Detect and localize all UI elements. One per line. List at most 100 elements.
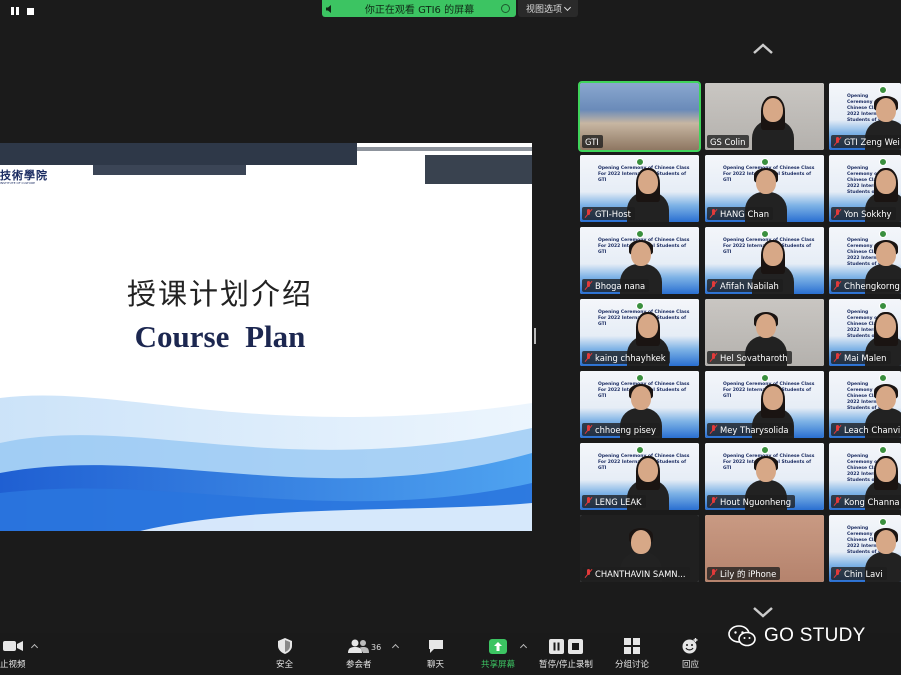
participant-name-tag: GTI bbox=[582, 135, 603, 148]
institute-logo-subtext: INSTITUTE OF CULTURE bbox=[0, 181, 36, 185]
split-view-handle[interactable] bbox=[534, 328, 536, 344]
mic-muted-icon bbox=[834, 209, 841, 218]
participant-name-tag: Chhengkorng bbox=[831, 279, 901, 292]
participant-tile[interactable]: Opening Ceremony of Chinese Class For 20… bbox=[580, 227, 699, 294]
participant-tile[interactable]: Opening Ceremony of Chinese Class For 20… bbox=[705, 371, 824, 438]
participant-name-tag: GTI Zeng Wei bbox=[831, 135, 901, 148]
participant-name-tag: Mai Malen bbox=[831, 351, 891, 364]
participant-tile[interactable]: GTI bbox=[578, 81, 701, 152]
participant-tile[interactable]: Opening Ceremony of Chinese Class For 20… bbox=[705, 227, 824, 294]
participant-name: HANG Chan bbox=[720, 208, 770, 219]
reactions-button[interactable]: 回应 bbox=[682, 637, 699, 673]
participant-name: Chin Lavi bbox=[844, 568, 883, 579]
school-logo-icon bbox=[879, 86, 887, 94]
participant-name-tag: CHANTHAVIN SAMN... bbox=[582, 567, 690, 580]
pause-icon[interactable] bbox=[10, 6, 20, 16]
participant-name: GS Colin bbox=[710, 136, 746, 147]
participants-options-caret-icon[interactable] bbox=[391, 643, 400, 652]
video-options-caret-icon[interactable] bbox=[30, 643, 39, 652]
participant-name: Yon Sokkhy bbox=[844, 208, 892, 219]
participant-tile[interactable]: CHANTHAVIN SAMN... bbox=[580, 515, 699, 582]
participant-name: GTI Zeng Wei bbox=[844, 136, 900, 147]
mic-muted-icon bbox=[834, 353, 841, 362]
slide-title-english: Course Plan bbox=[134, 319, 306, 354]
participant-tile[interactable]: Opening Ceremony of Chinese Class For 20… bbox=[829, 443, 901, 510]
gallery-scroll-up-icon[interactable] bbox=[752, 42, 774, 56]
recording-controls-icon bbox=[548, 637, 583, 655]
participant-name: Mey Tharysolida bbox=[720, 424, 789, 435]
chat-button[interactable]: 聊天 bbox=[427, 637, 444, 673]
participant-name-tag: chhoeng pisey bbox=[582, 423, 660, 436]
school-logo-icon bbox=[636, 374, 644, 382]
school-logo-icon bbox=[879, 158, 887, 166]
participant-tile[interactable]: Hel Sovatharoth bbox=[705, 299, 824, 366]
participant-tile[interactable]: Opening Ceremony of Chinese Class For 20… bbox=[580, 299, 699, 366]
stop-video-label: 止视频 bbox=[0, 660, 26, 670]
participant-name-tag: kaing chhayhkek bbox=[582, 351, 670, 364]
participant-name: LENG LEAK bbox=[595, 496, 642, 507]
participant-tile[interactable]: Opening Ceremony of Chinese Class For 20… bbox=[829, 227, 901, 294]
participant-tile[interactable]: Opening Ceremony of Chinese Class For 20… bbox=[829, 299, 901, 366]
school-logo-icon bbox=[636, 302, 644, 310]
participant-tile[interactable]: Opening Ceremony of Chinese Class For 20… bbox=[580, 443, 699, 510]
chat-label: 聊天 bbox=[427, 660, 445, 670]
participant-name-tag: LENG LEAK bbox=[582, 495, 646, 508]
watermark-text: GO STUDY bbox=[764, 625, 866, 646]
watermark: GO STUDY bbox=[728, 624, 866, 648]
participant-name: Mai Malen bbox=[844, 352, 887, 363]
participant-name-tag: Kong Channa bbox=[831, 495, 901, 508]
stop-icon[interactable] bbox=[27, 8, 34, 15]
participants-label: 参会者 bbox=[346, 660, 372, 670]
participant-tile[interactable]: Opening Ceremony of Chinese Class For 20… bbox=[829, 155, 901, 222]
mic-muted-icon bbox=[834, 569, 841, 578]
school-logo-icon bbox=[761, 158, 769, 166]
school-logo-icon bbox=[761, 230, 769, 238]
participant-name: Afifah Nabilah bbox=[720, 280, 779, 291]
gallery-scroll-down-icon[interactable] bbox=[752, 605, 774, 619]
participant-tile[interactable]: Lily 的 iPhone bbox=[705, 515, 824, 582]
share-screen-button[interactable]: 共享屏幕 bbox=[481, 637, 515, 673]
slide-header-band bbox=[0, 143, 357, 165]
screen-share-banner[interactable]: 你正在观看 GTI6 的屏幕 bbox=[322, 0, 516, 17]
participant-tile[interactable]: Opening Ceremony of Chinese Class For 20… bbox=[580, 371, 699, 438]
participant-tile[interactable]: GS Colin bbox=[705, 83, 824, 150]
pause-stop-recording-button[interactable]: 暂停/停止录制 bbox=[539, 637, 593, 673]
participant-name: Bhoga nana bbox=[595, 280, 646, 291]
share-options-caret-icon[interactable] bbox=[519, 643, 528, 652]
mic-muted-icon bbox=[834, 281, 841, 290]
school-logo-icon bbox=[761, 374, 769, 382]
shield-icon bbox=[277, 637, 292, 655]
participant-tile[interactable]: Opening Ceremony of Chinese Class For 20… bbox=[580, 155, 699, 222]
participant-tile[interactable]: Opening Ceremony of Chinese Class For 20… bbox=[705, 443, 824, 510]
mic-muted-icon bbox=[585, 425, 592, 434]
participant-tile[interactable]: Opening Ceremony of Chinese Class For 20… bbox=[829, 371, 901, 438]
breakout-rooms-button[interactable]: 分组讨论 bbox=[615, 637, 649, 673]
security-button[interactable]: 安全 bbox=[276, 637, 293, 673]
mic-muted-icon bbox=[834, 497, 841, 506]
participant-name: GTI bbox=[585, 136, 599, 147]
mic-muted-icon bbox=[585, 353, 592, 362]
participant-name: Leach Chanvi bbox=[844, 424, 901, 435]
school-logo-icon bbox=[636, 230, 644, 238]
chevron-down-icon bbox=[563, 3, 572, 11]
participant-tile[interactable]: Opening Ceremony of Chinese Class For 20… bbox=[705, 155, 824, 222]
participant-name: Chhengkorng bbox=[844, 280, 900, 291]
participant-name-tag: Bhoga nana bbox=[582, 279, 650, 292]
school-logo-icon bbox=[879, 374, 887, 382]
participant-video bbox=[752, 96, 794, 150]
mic-muted-icon bbox=[710, 281, 717, 290]
participant-tile[interactable]: Opening Ceremony of Chinese Class For 20… bbox=[829, 83, 901, 150]
participant-name: kaing chhayhkek bbox=[595, 352, 666, 363]
reactions-label: 回应 bbox=[682, 660, 700, 670]
participant-name: Lily 的 iPhone bbox=[720, 568, 777, 579]
participant-name: chhoeng pisey bbox=[595, 424, 656, 435]
participant-name-tag: Hel Sovatharoth bbox=[707, 351, 792, 364]
participant-tile[interactable]: Opening Ceremony of Chinese Class For 20… bbox=[829, 515, 901, 582]
breakout-rooms-label: 分组讨论 bbox=[615, 660, 650, 670]
view-options-button[interactable]: 视图选项 bbox=[518, 0, 578, 17]
participant-name-tag: HANG Chan bbox=[707, 207, 774, 220]
stop-video-button[interactable]: 止视频 bbox=[0, 637, 26, 673]
school-logo-icon bbox=[761, 446, 769, 454]
sound-icon[interactable] bbox=[322, 0, 338, 17]
participants-button[interactable]: 参会者 bbox=[346, 637, 372, 673]
